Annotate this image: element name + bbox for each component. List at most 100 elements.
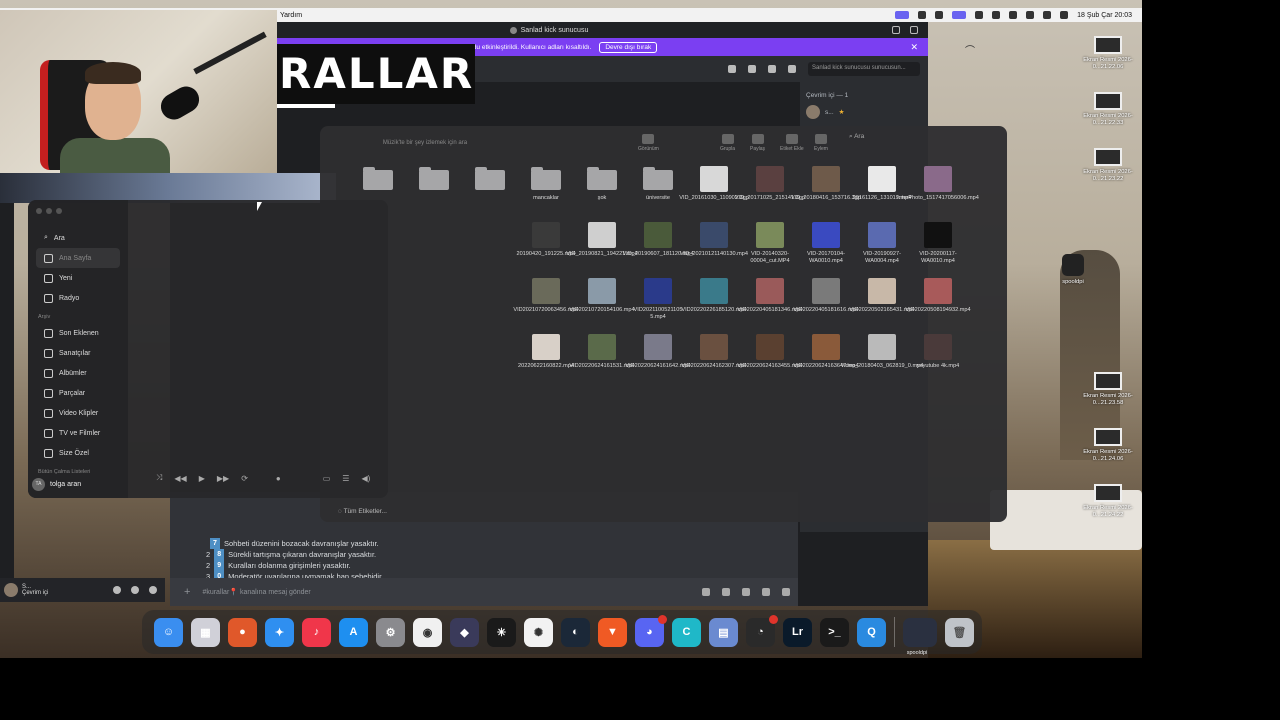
file-item[interactable]: InterPhoto_1517417056006.mp4: [897, 166, 979, 216]
file-item[interactable]: VID20220226185120.mp4: [681, 278, 747, 328]
view-toggle[interactable]: Görünüm: [638, 134, 659, 152]
apps-icon[interactable]: [782, 588, 790, 596]
folder-item[interactable]: üniversite: [630, 166, 686, 216]
steam-icon[interactable]: ◐: [561, 617, 590, 647]
sidebar-item[interactable]: Son Eklenen: [36, 323, 120, 343]
queue-icon[interactable]: ☰: [342, 474, 349, 483]
file-item[interactable]: 20220622160822.mp4: [518, 334, 574, 384]
settings-gear-icon[interactable]: [149, 586, 157, 594]
terminal-icon[interactable]: >_: [820, 617, 849, 647]
previous-icon[interactable]: ◀◀: [174, 474, 186, 483]
close-icon[interactable]: ✕: [910, 42, 918, 53]
members-icon[interactable]: [788, 65, 796, 73]
finder-search-input[interactable]: ⌕ Ara: [845, 133, 995, 147]
music-icon[interactable]: ♪: [302, 617, 331, 647]
disable-streamer-mode-button[interactable]: Devre dışı bırak: [599, 41, 658, 53]
screenshot-file[interactable]: Ekran Resmi 2026-0...21.22.06: [1073, 36, 1142, 71]
clock[interactable]: 18 Şub Çar 20:03: [1077, 12, 1132, 19]
sidebar-item[interactable]: Video Klipler: [36, 403, 120, 423]
menu-help[interactable]: Yardım: [280, 12, 302, 19]
emoji-icon[interactable]: [762, 588, 770, 596]
threads-icon[interactable]: [728, 65, 736, 73]
message-input[interactable]: + #kurallar📍 kanalına mesaj gönder: [170, 578, 798, 606]
perplexity-icon[interactable]: ✳: [487, 617, 516, 647]
window-controls[interactable]: [36, 208, 120, 214]
music-search[interactable]: ⌕ Ara: [36, 228, 120, 248]
spooldpi-window-icon[interactable]: spooldpi: [903, 617, 937, 656]
member-item[interactable]: s... ★: [806, 105, 922, 119]
microphone-icon[interactable]: [113, 586, 121, 594]
sidebar-item[interactable]: Size Özel: [36, 443, 120, 463]
next-icon[interactable]: ▶▶: [217, 474, 229, 483]
brave-icon[interactable]: ▼: [598, 617, 627, 647]
finder-icon[interactable]: ☺: [154, 617, 183, 647]
help-icon[interactable]: [910, 26, 918, 34]
pin-icon[interactable]: [768, 65, 776, 73]
volume-icon[interactable]: ◀): [361, 474, 370, 483]
folder-item[interactable]: mancaklar: [518, 166, 574, 216]
sidebar-item[interactable]: Ana Sayfa: [36, 248, 120, 268]
file-item[interactable]: VID20220624162307.mp4: [681, 334, 747, 384]
file-item[interactable]: VID20210720063456.mp4: [513, 278, 579, 328]
shuffle-icon[interactable]: ⤨: [156, 473, 162, 483]
screenshot-file[interactable]: Ekran Resmi 2026-0...21.24.22: [1073, 484, 1142, 519]
lyrics-icon[interactable]: ▭: [323, 474, 331, 483]
canva-icon[interactable]: C: [672, 617, 701, 647]
sidebar-item[interactable]: Radyo: [36, 288, 120, 308]
file-item[interactable]: yoyutube 4k.mp4: [910, 334, 966, 384]
file-item[interactable]: VID20220624161531.mp4: [569, 334, 635, 384]
screenshot-file[interactable]: Ekran Resmi 2026-0...21.22.33: [1073, 92, 1142, 127]
file-item[interactable]: VID_20210121140130.mp4: [680, 222, 748, 272]
discord-icon[interactable]: ◕: [635, 614, 667, 647]
sticker-icon[interactable]: [742, 588, 750, 596]
screen-record-icon[interactable]: [895, 11, 910, 19]
file-item[interactable]: VID_20190607_181120.mp4: [622, 222, 694, 272]
file-item[interactable]: VID20220405181346.mp4: [737, 278, 803, 328]
battery-icon[interactable]: [975, 11, 984, 19]
bell-icon[interactable]: [748, 65, 756, 73]
bluetooth-icon[interactable]: [992, 11, 1001, 19]
music-account[interactable]: TA tolga aran: [32, 478, 81, 491]
wifi-icon[interactable]: [1026, 11, 1035, 19]
sidebar-item[interactable]: Sanatçılar: [36, 343, 120, 363]
folder-item[interactable]: [406, 166, 462, 216]
app-store-icon[interactable]: A: [339, 617, 368, 647]
folder-item[interactable]: şok: [574, 166, 630, 216]
chrome-icon[interactable]: ◉: [413, 617, 442, 647]
activity-monitor-icon[interactable]: ◔: [746, 614, 778, 647]
file-item[interactable]: VID20220624163647.mp4: [793, 334, 859, 384]
user-avatar[interactable]: [4, 583, 18, 597]
quicktime-icon[interactable]: Q: [857, 617, 886, 647]
control-center-icon[interactable]: [1060, 11, 1069, 19]
folder-item[interactable]: [462, 166, 518, 216]
file-item[interactable]: VID20220624163455.mp4: [737, 334, 803, 384]
file-item[interactable]: 20161126_131019.mp4: [853, 166, 911, 216]
file-item[interactable]: VID20220624161642.mp4: [625, 334, 691, 384]
sidebar-item[interactable]: Yeni: [36, 268, 120, 288]
action-button[interactable]: Eylem: [814, 134, 828, 152]
all-tags-item[interactable]: ◌ Tüm Etiketler...: [338, 508, 387, 515]
screenshot-file[interactable]: Ekran Resmi 2026-0...21.23.22: [1073, 148, 1142, 183]
system-settings-icon[interactable]: ⚙: [376, 617, 405, 647]
preview-icon[interactable]: ▤: [709, 617, 738, 647]
file-item[interactable]: VID20210720154106.mp4: [569, 278, 635, 328]
file-item[interactable]: VID_20171025_215141.3gp: [735, 166, 805, 216]
inbox-icon[interactable]: [892, 26, 900, 34]
sidebar-item[interactable]: Albümler: [36, 363, 120, 383]
gear-icon[interactable]: [918, 11, 927, 19]
file-item[interactable]: VID-20140320-00004_cut.MP4: [742, 222, 798, 272]
file-item[interactable]: VID2021100521105 5.mp4: [630, 278, 686, 328]
group-button[interactable]: Grupla: [720, 134, 735, 152]
play-icon[interactable]: ▶: [199, 474, 205, 483]
file-item[interactable]: VID_20190821_194221.mp4: [566, 222, 638, 272]
safari-icon[interactable]: ✦: [265, 617, 294, 647]
file-item[interactable]: VID_20161030_110902.3gp: [679, 166, 749, 216]
headphones-icon[interactable]: [935, 11, 944, 19]
server-search-input[interactable]: Sanlad kick sunucusu sunucusun...: [808, 62, 920, 76]
gif-icon[interactable]: [722, 588, 730, 596]
share-button[interactable]: Paylaş: [750, 134, 765, 152]
gift-icon[interactable]: [702, 588, 710, 596]
file-item[interactable]: VID-20170104-WA0010.mp4: [798, 222, 854, 272]
trash-icon[interactable]: 🗑: [945, 617, 974, 647]
file-item[interactable]: VID-20200117-WA0010.mp4: [910, 222, 966, 272]
